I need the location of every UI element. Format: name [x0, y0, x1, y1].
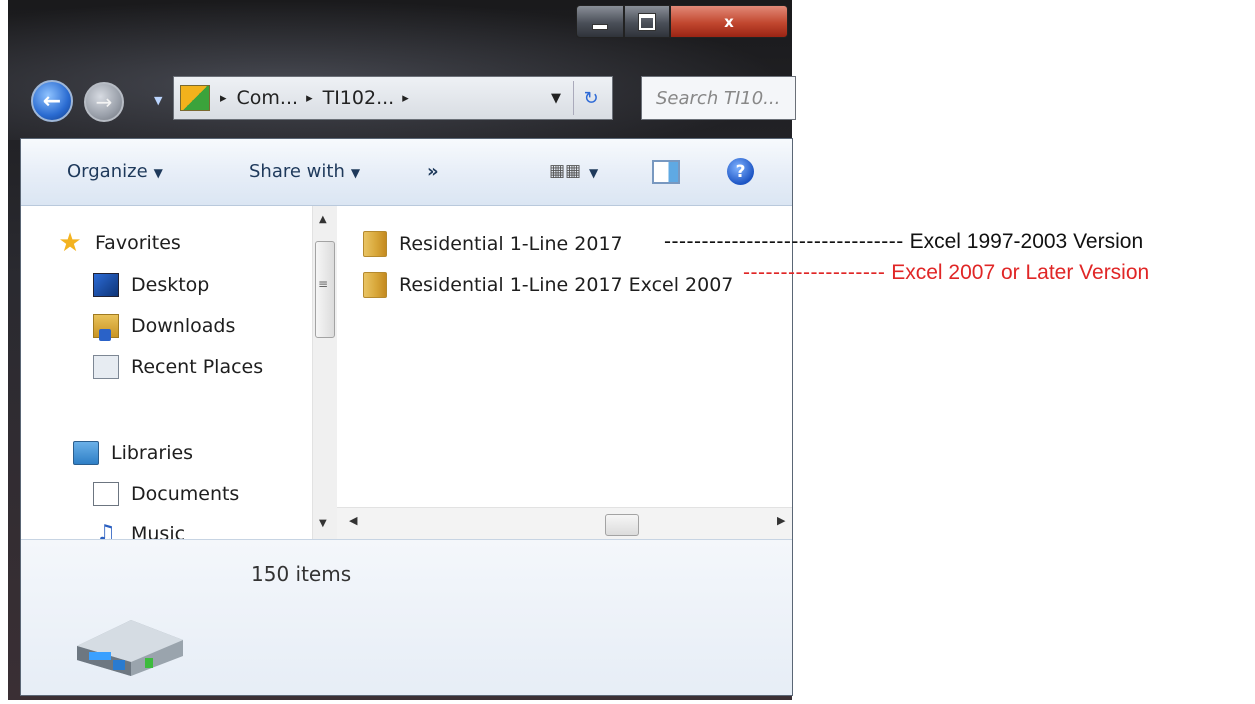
libraries-icon [73, 441, 99, 465]
nav-label-downloads: Downloads [131, 315, 236, 337]
nav-label-libraries: Libraries [111, 442, 194, 464]
scroll-up-icon[interactable]: ▲ [319, 214, 327, 225]
breadcrumb-ti102[interactable]: TI102... [323, 87, 395, 109]
preview-pane-button[interactable] [652, 160, 680, 184]
view-options-dropdown[interactable]: ▼ [589, 166, 598, 180]
details-pane: 150 items [21, 539, 792, 695]
horizontal-scrollbar-thumb[interactable] [605, 514, 639, 536]
maximize-icon [639, 13, 655, 30]
close-icon: x [724, 12, 734, 31]
forward-arrow-icon: → [95, 90, 113, 114]
file-name: Residential 1-Line 2017 [399, 233, 623, 255]
annotation-label: Excel 1997-2003 Version [909, 230, 1144, 253]
command-bar: Organize ▼ Share with ▼ » ▦▦ ▼ ? [21, 139, 792, 206]
organize-button[interactable]: Organize ▼ [67, 161, 163, 182]
chevron-down-icon: ▼ [153, 166, 163, 180]
organize-label: Organize [67, 161, 148, 182]
address-dropdown-icon[interactable]: ▼ [551, 91, 561, 106]
nav-item-libraries[interactable]: Libraries [73, 441, 193, 465]
music-icon: ♫ [96, 521, 116, 540]
nav-item-recent-places[interactable]: Recent Places [93, 355, 263, 379]
documents-icon [93, 482, 119, 506]
nav-label-recent-places: Recent Places [131, 356, 264, 378]
view-grid-icon: ▦▦ [549, 161, 582, 181]
desktop-icon [93, 273, 119, 297]
close-button[interactable]: x [670, 5, 788, 38]
scroll-left-icon[interactable]: ◀ [349, 514, 357, 527]
folder-icon [363, 272, 387, 298]
breadcrumb-computer[interactable]: Com... [237, 87, 299, 109]
navigation-scrollbar[interactable]: ▲ ≡ ▼ [312, 206, 337, 539]
nav-item-downloads[interactable]: Downloads [93, 314, 236, 341]
help-icon: ? [735, 161, 746, 182]
annotation-excel-2007: ------------------- Excel 2007 or Later … [743, 261, 1149, 285]
grip-icon: ≡ [318, 277, 329, 291]
file-item[interactable]: Residential 1-Line 2017 Excel 2007 [363, 272, 733, 298]
downloads-icon [93, 314, 119, 341]
help-button[interactable]: ? [727, 158, 754, 185]
refresh-icon[interactable]: ↻ [573, 81, 608, 115]
address-bar[interactable]: ▸ Com... ▸ TI102... ▸ ▼ ↻ [173, 76, 613, 120]
file-name: Residential 1-Line 2017 Excel 2007 [399, 274, 734, 296]
horizontal-scrollbar[interactable]: ◀ ▶ [337, 507, 792, 540]
navigation-pane: ★ Favorites Desktop Downloads Recent Pla… [21, 206, 311, 539]
nav-label-favorites: Favorites [95, 232, 181, 254]
explorer-window: x ← → ▼ ▸ Com... ▸ TI102... ▸ ▼ ↻ Search… [8, 0, 796, 700]
nav-label-documents: Documents [131, 483, 240, 505]
scroll-down-icon[interactable]: ▼ [319, 518, 327, 529]
recent-places-icon [93, 355, 119, 379]
item-count: 150 items [251, 562, 352, 586]
hard-drive-icon [77, 620, 183, 676]
computer-icon [180, 85, 210, 111]
back-arrow-icon: ← [42, 88, 62, 114]
nav-label-music: Music [131, 523, 186, 539]
forward-button[interactable]: → [84, 82, 124, 122]
search-placeholder: Search TI10... [656, 87, 781, 109]
annotation-label: Excel 2007 or Later Version [891, 261, 1150, 284]
share-with-label: Share with [249, 161, 345, 182]
minimize-icon [592, 23, 608, 30]
minimize-button[interactable] [576, 5, 624, 38]
recent-pages-dropdown[interactable]: ▼ [154, 94, 162, 107]
nav-label-desktop: Desktop [131, 274, 210, 296]
share-with-button[interactable]: Share with ▼ [249, 161, 360, 182]
annotation-excel-1997: -------------------------------- Excel 1… [664, 230, 1143, 254]
leader-line: -------------------------------- [664, 230, 904, 253]
maximize-button[interactable] [624, 5, 670, 38]
back-button[interactable]: ← [31, 80, 73, 122]
star-icon: ★ [58, 228, 82, 258]
nav-item-desktop[interactable]: Desktop [93, 273, 209, 297]
breadcrumb-separator-icon[interactable]: ▸ [306, 91, 313, 106]
nav-item-documents[interactable]: Documents [93, 482, 239, 506]
explorer-client-area: Organize ▼ Share with ▼ » ▦▦ ▼ ? ★ Favorit… [20, 138, 793, 696]
breadcrumb-separator-icon[interactable]: ▸ [220, 91, 227, 106]
folder-icon [363, 231, 387, 257]
breadcrumb-separator-icon[interactable]: ▸ [402, 91, 409, 106]
nav-item-favorites[interactable]: ★ Favorites [57, 228, 181, 258]
more-commands-icon: » [427, 161, 439, 182]
caption-buttons: x [576, 5, 788, 38]
scroll-right-icon[interactable]: ▶ [777, 514, 785, 527]
more-commands-button[interactable]: » [427, 161, 439, 182]
nav-item-music[interactable]: ♫ Music [93, 521, 186, 540]
file-item[interactable]: Residential 1-Line 2017 [363, 231, 623, 257]
search-input[interactable]: Search TI10... [641, 76, 796, 120]
chevron-down-icon: ▼ [350, 166, 361, 180]
change-view-button[interactable]: ▦▦ [549, 161, 581, 181]
leader-line: ------------------- [743, 261, 886, 284]
